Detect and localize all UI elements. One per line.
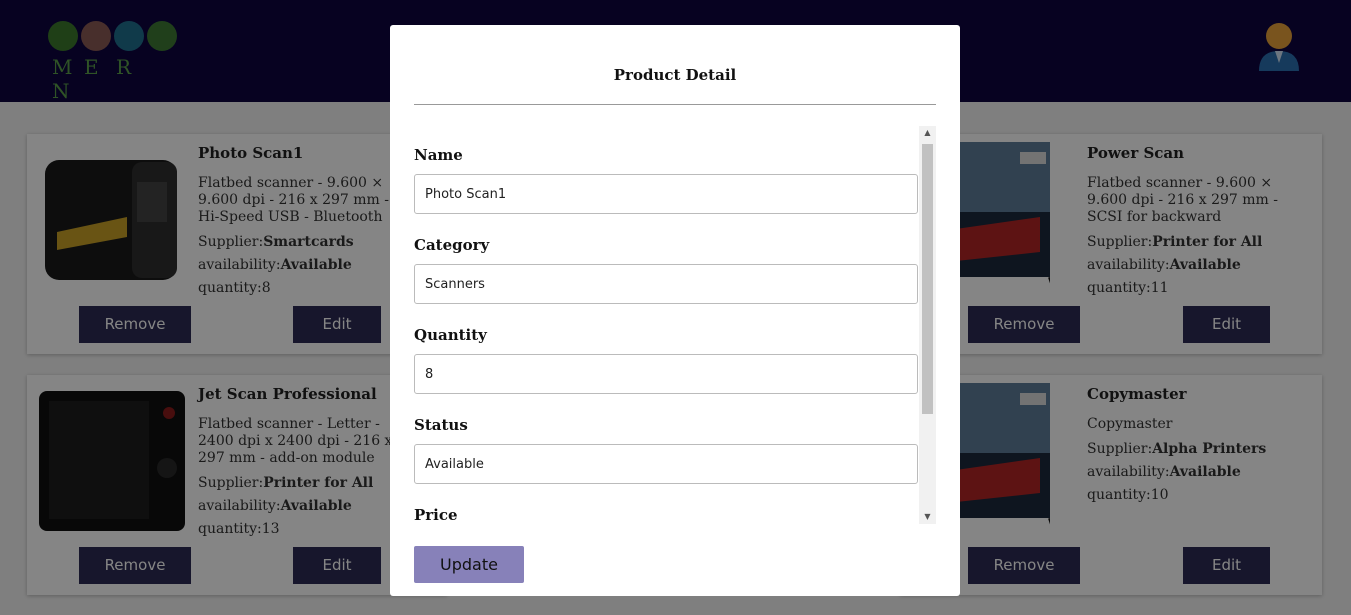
modal-title: Product Detail: [613, 66, 737, 84]
quantity-label: Quantity: [414, 326, 487, 344]
modal-divider: [414, 104, 936, 105]
product-detail-modal: Product Detail Name Photo Scan1 Category…: [390, 25, 960, 596]
category-input[interactable]: Scanners: [414, 264, 918, 304]
scroll-up-arrow-icon[interactable]: ▲: [919, 126, 936, 140]
name-label: Name: [414, 146, 463, 164]
modal-scrollbar[interactable]: ▲ ▼: [919, 126, 936, 524]
modal-scroll-area[interactable]: Name Photo Scan1 Category Scanners Quant…: [414, 126, 936, 524]
quantity-input[interactable]: 8: [414, 354, 918, 394]
price-label: Price: [414, 506, 458, 524]
status-input[interactable]: Available: [414, 444, 918, 484]
status-label: Status: [414, 416, 468, 434]
scroll-down-arrow-icon[interactable]: ▼: [919, 510, 936, 524]
name-input[interactable]: Photo Scan1: [414, 174, 918, 214]
category-label: Category: [414, 236, 490, 254]
scrollbar-thumb[interactable]: [922, 144, 933, 414]
update-button[interactable]: Update: [414, 546, 524, 583]
